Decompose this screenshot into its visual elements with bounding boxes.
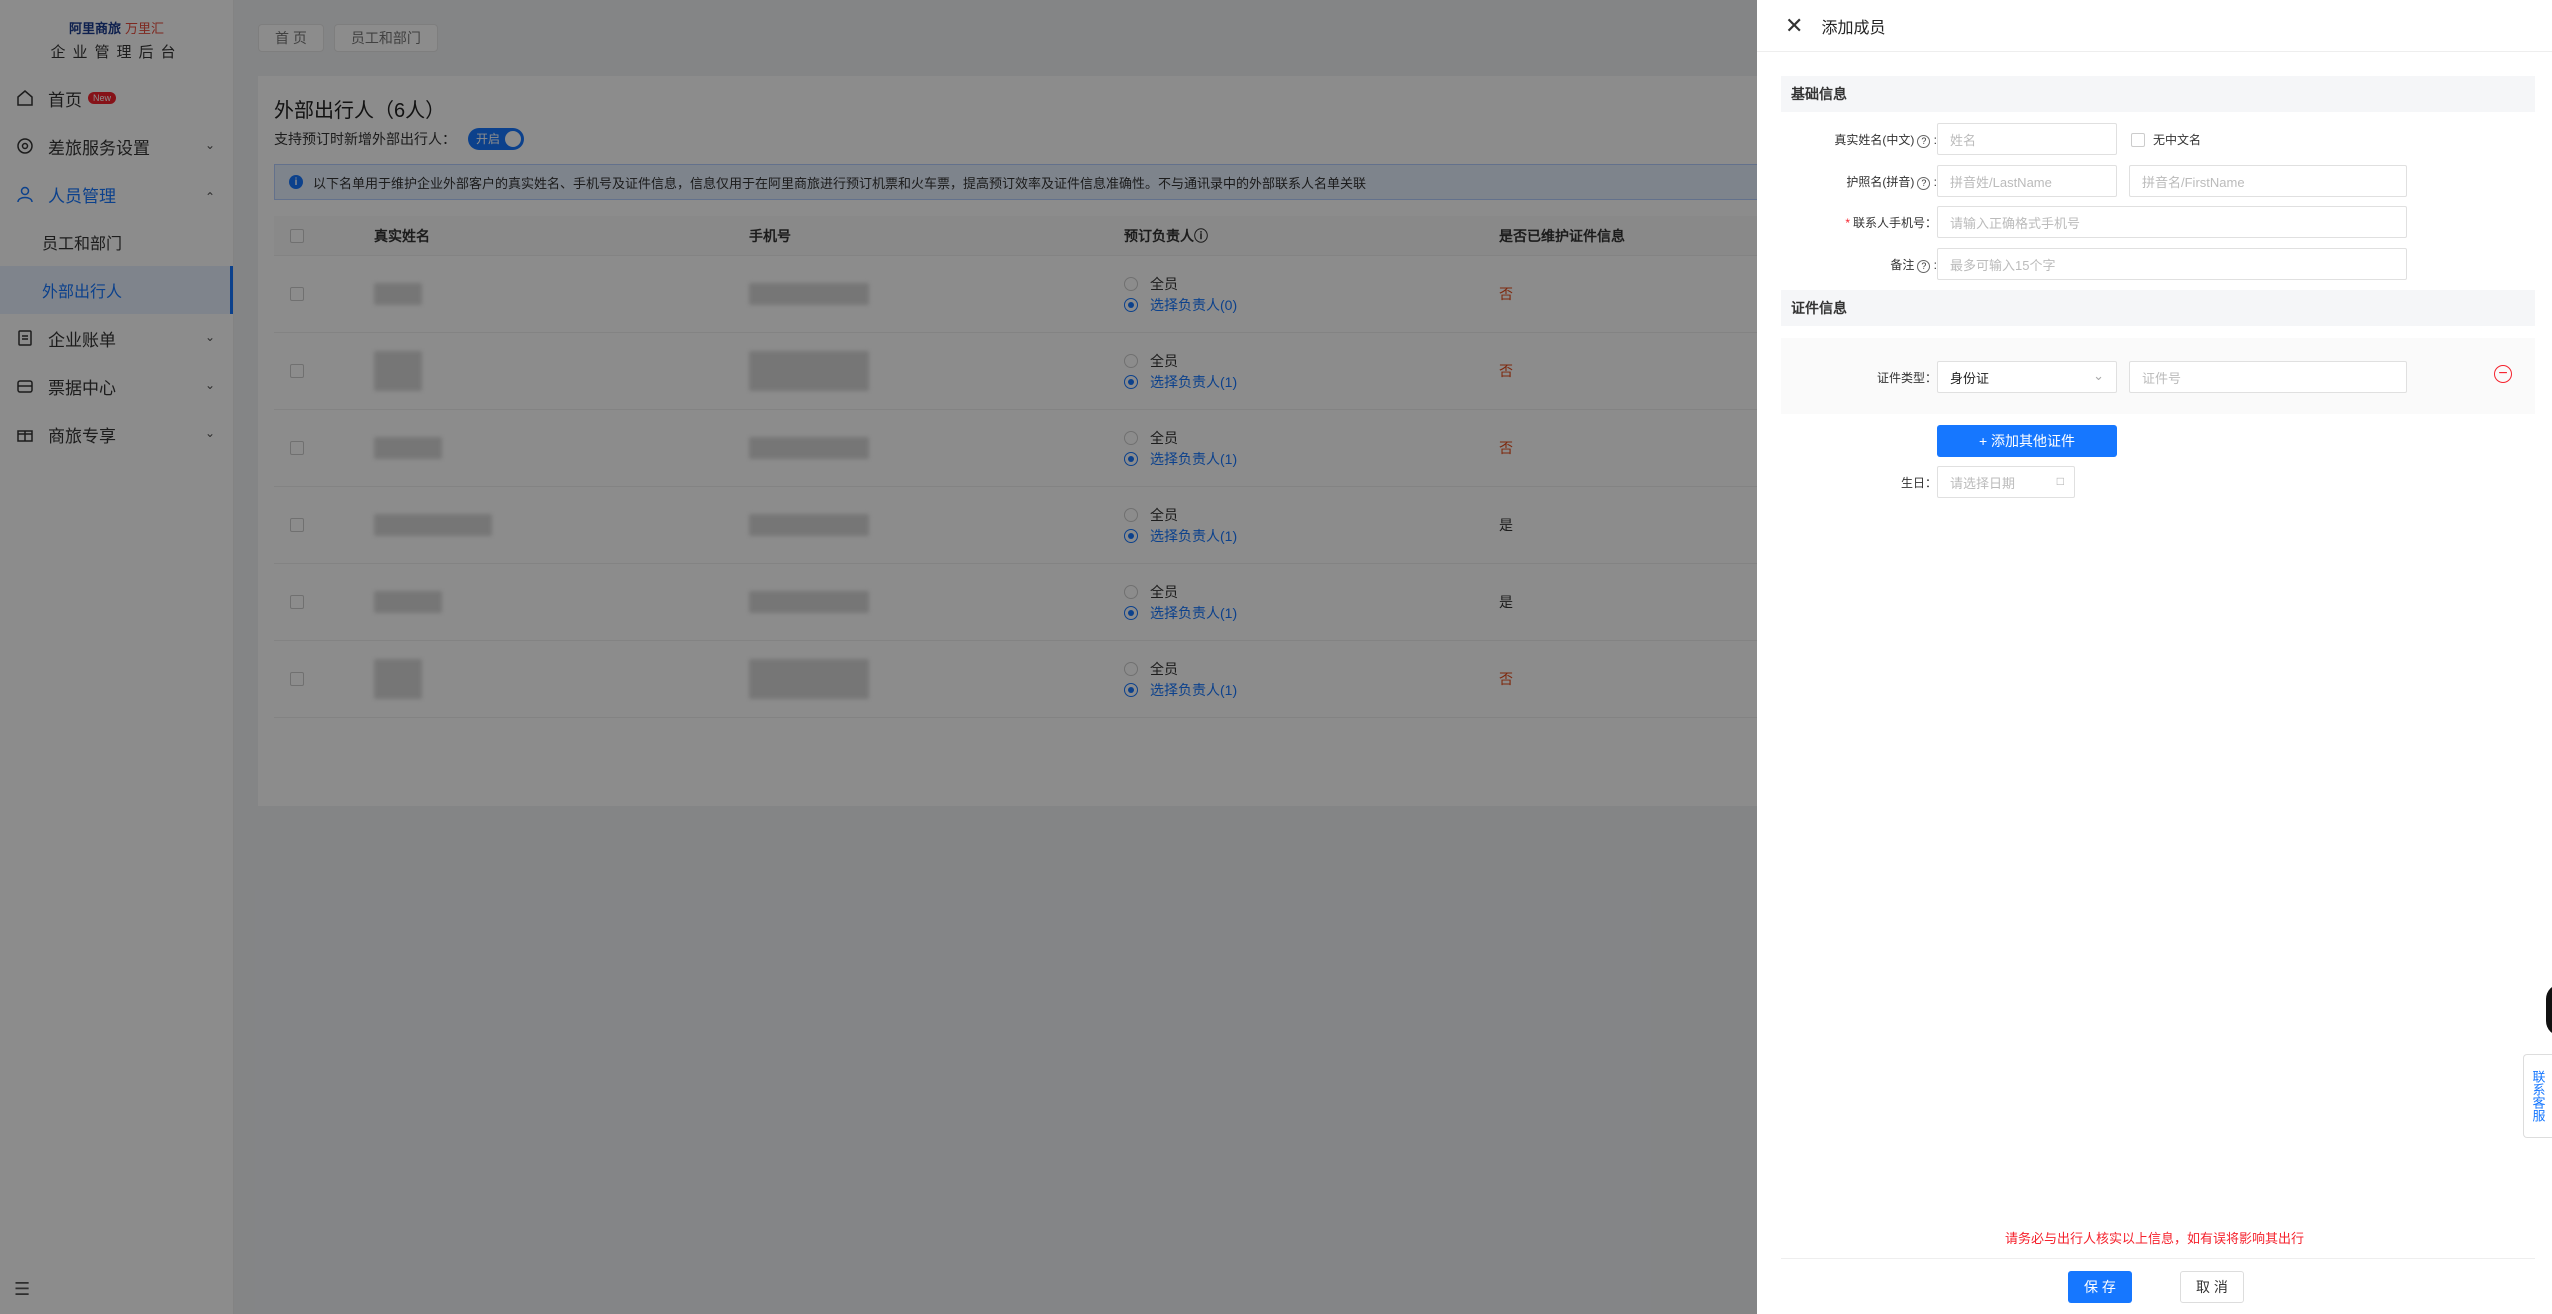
help-icon[interactable]: ? (1917, 176, 1931, 190)
cert-type-label: 证件类型： (1876, 371, 1937, 385)
drawer-footer-divider (1781, 1258, 2535, 1259)
checkbox-box[interactable] (2131, 132, 2145, 147)
section-cert-info: 证件信息 (1781, 290, 2535, 326)
close-icon[interactable]: ✕ (1785, 13, 1803, 39)
no-chinese-name-checkbox[interactable]: 无中文名 (2131, 131, 2201, 148)
name-input[interactable]: 姓名 (1937, 123, 2117, 155)
remark-label: 备注? : (1890, 258, 1937, 273)
name-label: 真实姓名(中文)? : (1834, 133, 1937, 148)
name-label-text: 真实姓名(中文) (1834, 133, 1915, 147)
birthday-placeholder: 请选择日期 (1950, 475, 2016, 491)
modal-overlay[interactable] (0, 0, 1757, 1314)
phone-label: * 联系人手机号： (1845, 216, 1937, 230)
cert-type-value: 身份证 (1950, 370, 1990, 386)
phone-input[interactable]: 请输入正确格式手机号 (1937, 206, 2407, 238)
floating-bubble[interactable] (2546, 984, 2552, 1036)
section-basic-info: 基础信息 (1781, 76, 2535, 112)
phone-label-text: 联系人手机号： (1852, 216, 1937, 230)
warning-text: 请务必与出行人核实以上信息，如有误将影响其出行 (2004, 1231, 2304, 1246)
last-name-input[interactable]: 拼音姓/LastName (1937, 165, 2117, 197)
remove-cert-icon[interactable]: − (2494, 365, 2512, 383)
cert-number-input[interactable]: 证件号 (2129, 361, 2407, 393)
birthday-picker[interactable]: 请选择日期 □ (1937, 466, 2075, 498)
save-button[interactable]: 保 存 (2068, 1271, 2132, 1303)
cancel-button[interactable]: 取 消 (2180, 1271, 2244, 1303)
no-chinese-name-label: 无中文名 (2153, 133, 2202, 147)
help-icon[interactable]: ? (1917, 259, 1931, 273)
remark-label-text: 备注 (1890, 258, 1915, 272)
remark-input[interactable]: 最多可输入15个字 (1937, 248, 2407, 280)
customer-service-button[interactable]: 联系客服 (2523, 1054, 2552, 1138)
chevron-down-icon: ⌄ (2093, 368, 2104, 383)
passport-label-text: 护照名(拼音) (1846, 175, 1915, 189)
passport-label: 护照名(拼音)? : (1846, 175, 1937, 190)
add-member-drawer: ✕ 添加成员 基础信息 真实姓名(中文)? : 姓名 无中文名 护照名(拼音)?… (1757, 0, 2552, 1314)
add-other-cert-button[interactable]: + 添加其他证件 (1937, 425, 2117, 457)
drawer-title: 添加成员 (1821, 19, 1886, 37)
birthday-label: 生日： (1900, 476, 1937, 490)
help-icon[interactable]: ? (1917, 134, 1931, 148)
calendar-icon: □ (2056, 474, 2064, 488)
drawer-header: ✕ 添加成员 (1757, 0, 2552, 52)
first-name-input[interactable]: 拼音名/FirstName (2129, 165, 2407, 197)
cert-type-select[interactable]: 身份证 ⌄ (1937, 361, 2117, 393)
